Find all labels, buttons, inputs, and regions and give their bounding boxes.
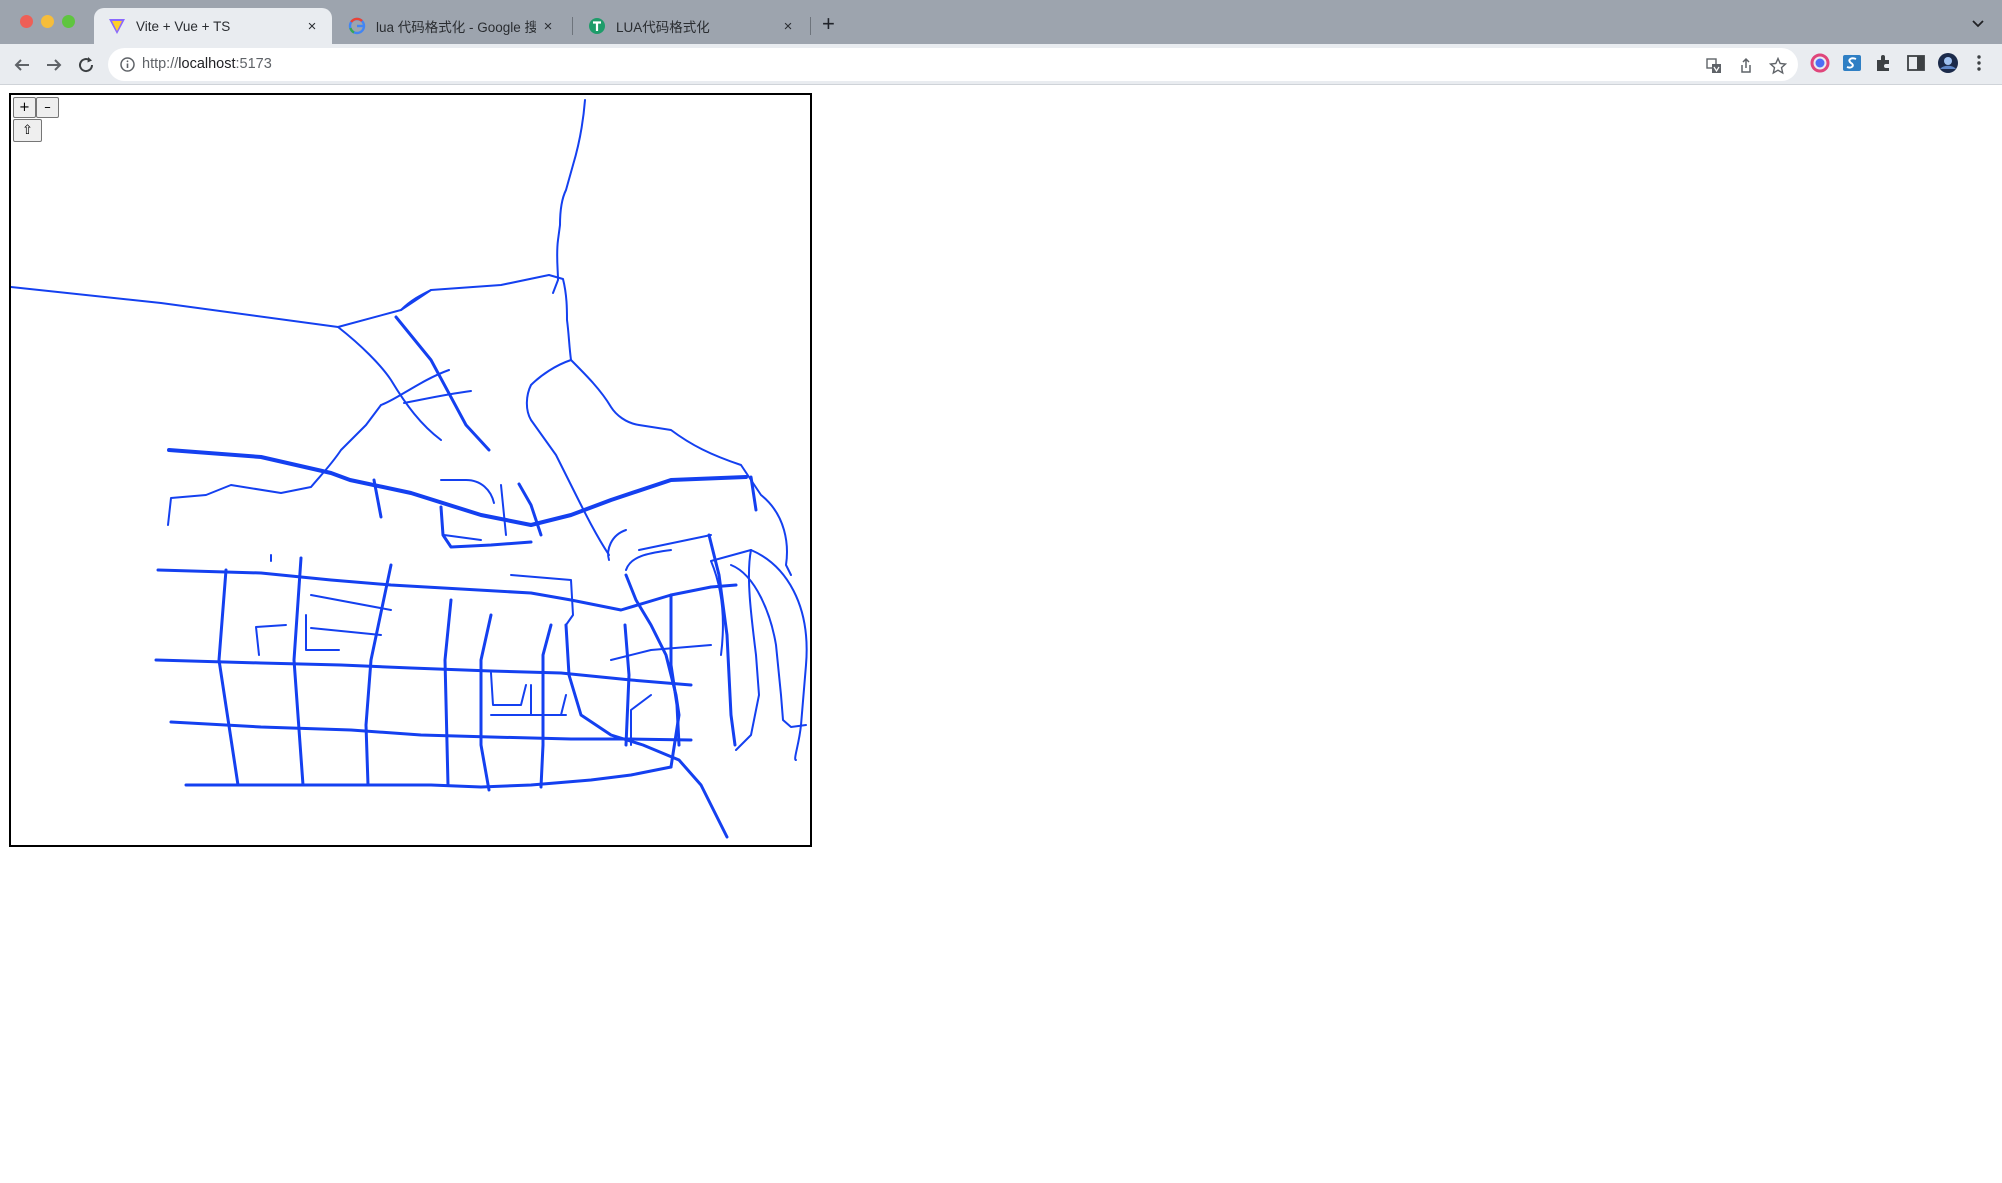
tab-lua-format[interactable]: LUA代码格式化 × — [574, 8, 808, 44]
map-viewport[interactable]: + – ⇧ — [9, 93, 812, 847]
road-segment — [625, 549, 672, 571]
url-port: :5173 — [235, 56, 272, 72]
road-segment — [337, 326, 442, 441]
s-extension-icon[interactable] — [1841, 52, 1863, 74]
road-segment — [607, 529, 627, 561]
url-scheme: http:// — [142, 56, 179, 72]
tab-separator — [572, 17, 573, 35]
road-segment — [364, 563, 393, 787]
profile-avatar[interactable] — [1937, 52, 1959, 74]
zoom-in-button[interactable]: + — [13, 97, 36, 118]
url-text[interactable]: http://localhost:5173 — [142, 56, 272, 72]
google-icon — [348, 17, 366, 35]
road-segment — [156, 568, 738, 612]
road-segment — [443, 534, 482, 541]
more-menu-icon[interactable] — [1968, 52, 1990, 74]
color-picker-extension-icon[interactable] — [1809, 52, 1831, 74]
road-segment — [669, 593, 681, 747]
road-segment — [479, 613, 493, 792]
side-panel-icon[interactable] — [1905, 52, 1927, 74]
close-window-button[interactable] — [20, 15, 33, 28]
road-segment — [530, 684, 567, 716]
road-segment — [570, 359, 792, 576]
tab-separator — [810, 17, 811, 35]
chevron-down-icon[interactable] — [1969, 14, 1987, 32]
road-segment — [539, 623, 553, 789]
forward-arrow-icon[interactable] — [42, 53, 66, 77]
road-segment — [184, 765, 673, 789]
road-segment — [305, 614, 340, 651]
road-segment — [167, 448, 748, 527]
reset-view-button[interactable]: ⇧ — [13, 119, 42, 142]
road-segment — [730, 564, 807, 728]
road-segment — [310, 594, 392, 611]
road-segment — [439, 505, 533, 549]
road-segment — [292, 556, 305, 787]
road-segment — [710, 560, 724, 656]
road-segment — [169, 720, 693, 742]
road-segment — [11, 274, 572, 361]
tab-close-button[interactable]: × — [536, 18, 560, 35]
tab-title: lua 代码格式化 - Google 搜索 — [376, 20, 536, 35]
road-segment — [623, 623, 631, 747]
tab-title: LUA代码格式化 — [616, 20, 710, 35]
tab-vite[interactable]: Vite + Vue + TS × — [94, 8, 332, 44]
road-segment — [255, 624, 287, 656]
road-segment — [630, 694, 652, 746]
new-tab-button[interactable]: + — [822, 12, 835, 36]
puzzle-extensions-icon[interactable] — [1873, 52, 1895, 74]
tab-bar: Vite + Vue + TS × lua 代码格式化 - Google 搜索 … — [0, 0, 2002, 44]
url-host: localhost — [178, 56, 236, 72]
minimize-window-button[interactable] — [41, 15, 54, 28]
back-arrow-icon[interactable] — [10, 53, 34, 77]
road-network[interactable] — [11, 95, 810, 845]
road-segment — [552, 99, 586, 294]
road-segment — [310, 627, 382, 636]
tab-title: Vite + Vue + TS — [136, 18, 231, 34]
tool-site-icon — [589, 18, 605, 34]
zoom-out-button[interactable]: – — [36, 97, 59, 118]
tab-close-button[interactable]: × — [776, 18, 800, 35]
address-bar[interactable]: http://localhost:5173 — [108, 48, 1798, 81]
road-segment — [500, 484, 507, 536]
share-icon[interactable] — [1737, 57, 1755, 75]
tab-google[interactable]: lua 代码格式化 - Google 搜索 × — [334, 8, 568, 44]
browser-toolbar: http://localhost:5173 — [0, 44, 2002, 85]
bookmark-star-icon[interactable] — [1769, 57, 1787, 75]
road-segment — [394, 315, 491, 452]
road-segment — [564, 623, 729, 839]
tab-close-button[interactable]: × — [300, 18, 324, 35]
road-segment — [517, 482, 543, 537]
road-segment — [443, 598, 453, 787]
road-segment — [167, 369, 450, 526]
vite-icon — [109, 19, 125, 34]
road-segment — [638, 534, 712, 551]
info-icon[interactable] — [119, 56, 136, 73]
road-segment — [490, 672, 527, 706]
road-segment — [735, 549, 760, 751]
road-segment — [154, 658, 693, 687]
translate-icon[interactable] — [1705, 57, 1723, 75]
road-segment — [217, 568, 240, 787]
road-segment — [710, 549, 808, 761]
road-segment — [440, 479, 495, 504]
reload-icon[interactable] — [74, 53, 98, 77]
zoom-window-button[interactable] — [62, 15, 75, 28]
road-segment — [403, 390, 472, 404]
